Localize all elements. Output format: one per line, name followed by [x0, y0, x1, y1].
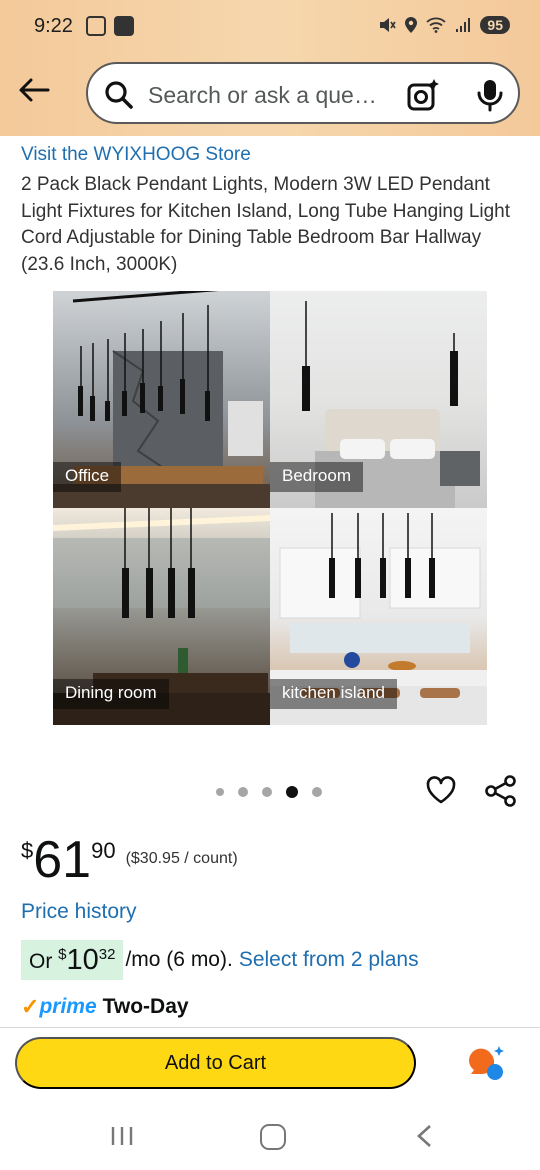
unit-price: ($30.95 / count): [125, 850, 238, 867]
app-header: 9:22 95 Search or ask a question: [0, 0, 540, 136]
installment-fraction: 32: [98, 946, 116, 963]
price-whole: 61: [33, 831, 92, 889]
gallery-image-office[interactable]: Office: [53, 291, 270, 508]
camera-lens-icon[interactable]: [406, 78, 440, 112]
nav-back-icon[interactable]: [414, 1124, 434, 1148]
heart-icon[interactable]: [425, 774, 457, 806]
gallery-image-bedroom[interactable]: Bedroom: [270, 291, 487, 508]
installment-offer: Or $ 10 32 /mo (6 mo). Select from 2 pla…: [21, 940, 419, 980]
carousel-dot[interactable]: [262, 787, 272, 797]
delivery-speed: Two-Day: [102, 995, 189, 1018]
gallery-caption: kitchen island: [270, 679, 398, 709]
share-icon[interactable]: [484, 774, 518, 808]
prime-check-icon: ✓: [21, 994, 40, 1019]
back-arrow-icon[interactable]: [16, 74, 52, 106]
price-fraction: 90: [91, 838, 116, 863]
price-currency: $: [21, 838, 34, 863]
gallery-caption: Bedroom: [270, 462, 363, 492]
carousel-dot[interactable]: [312, 787, 322, 797]
wifi-icon: [426, 17, 447, 33]
product-image-gallery[interactable]: Office Bedroom Dining room kitchen islan…: [53, 291, 487, 725]
select-plans-link[interactable]: Select from 2 plans: [239, 948, 419, 972]
add-to-cart-button[interactable]: Add to Cart: [15, 1037, 416, 1089]
installment-term: /mo (6 mo).: [125, 948, 233, 971]
price-history-link[interactable]: Price history: [21, 900, 137, 924]
rufus-assistant-icon[interactable]: [465, 1044, 507, 1082]
installment-whole: 10: [66, 944, 99, 976]
location-icon: [405, 17, 418, 33]
carousel-dots[interactable]: [216, 786, 322, 798]
carousel-dot[interactable]: [216, 788, 224, 796]
app-notification-icon: [114, 16, 134, 36]
search-input[interactable]: Search or ask a question: [148, 82, 388, 109]
status-time: 9:22: [34, 15, 73, 37]
mute-icon: [380, 18, 397, 32]
search-icon: [105, 81, 133, 109]
product-title: 2 Pack Black Pendant Lights, Modern 3W L…: [21, 174, 511, 275]
installment-prefix: Or: [29, 950, 59, 973]
microphone-icon[interactable]: [476, 78, 504, 112]
gallery-caption: Dining room: [53, 679, 169, 709]
recent-apps-icon[interactable]: [110, 1124, 134, 1148]
gallery-image-dining-room[interactable]: Dining room: [53, 508, 270, 725]
carousel-dot[interactable]: [286, 786, 298, 798]
installment-chip: Or $ 10 32: [21, 940, 124, 980]
price-block: $ 61 90 ($30.95 / count): [21, 832, 238, 888]
carousel-dot[interactable]: [238, 787, 248, 797]
screenshot-notification-icon: [86, 16, 106, 36]
store-link[interactable]: Visit the WYIXHOOG Store: [21, 144, 251, 166]
prime-logo: prime: [39, 995, 97, 1018]
home-icon[interactable]: [260, 1124, 286, 1150]
installment-currency: $: [58, 946, 67, 963]
battery-indicator: 95: [480, 16, 510, 34]
signal-icon: [456, 18, 471, 32]
system-nav-bar: [0, 1100, 540, 1170]
status-bar: 9:22 95: [0, 0, 540, 56]
gallery-caption: Office: [53, 462, 122, 492]
prime-delivery: ✓ prime Two-Day: [21, 994, 189, 1020]
search-bar[interactable]: Search or ask a question: [86, 62, 520, 124]
gallery-image-kitchen-island[interactable]: kitchen island: [270, 508, 487, 725]
divider: [0, 1027, 540, 1028]
